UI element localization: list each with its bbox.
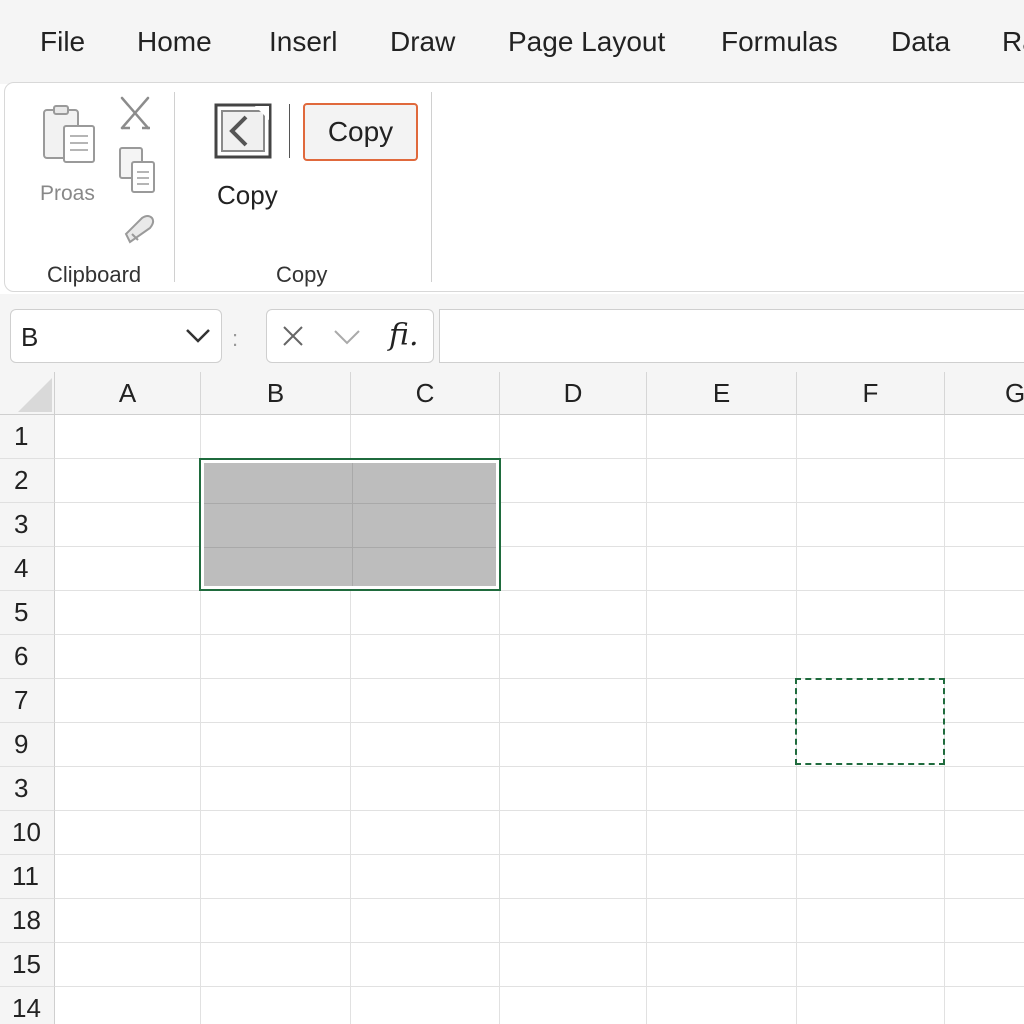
- row-header[interactable]: 18: [0, 899, 55, 943]
- tab-formulas[interactable]: Formulas: [721, 26, 838, 58]
- row-header[interactable]: 5: [0, 591, 55, 635]
- column-header-e[interactable]: E: [647, 372, 797, 415]
- copy-large-label: Copy: [217, 180, 278, 210]
- selection-fill: [204, 463, 496, 586]
- tab-draw[interactable]: Draw: [390, 26, 455, 58]
- grid-line: [55, 766, 1024, 767]
- grid-line: [646, 415, 647, 1024]
- ribbon-divider: [174, 92, 175, 282]
- name-box-value: B: [21, 322, 39, 352]
- ribbon-divider-2: [431, 92, 432, 282]
- tab-insert[interactable]: Inserl: [269, 26, 337, 58]
- column-header-g[interactable]: G: [945, 372, 1024, 415]
- menu-bar: File Home Inserl Draw Page Layout Formul…: [0, 0, 1024, 84]
- row-header[interactable]: 1: [0, 415, 55, 459]
- tab-review[interactable]: Ra: [1002, 26, 1024, 58]
- column-header-c[interactable]: C: [351, 372, 500, 415]
- formula-controls: fi.: [266, 309, 434, 363]
- copy-divider: [289, 104, 290, 158]
- copy-picture-icon[interactable]: [214, 103, 274, 164]
- row-header[interactable]: 6: [0, 635, 55, 679]
- grid-line: [55, 634, 1024, 635]
- paste-icon[interactable]: [42, 104, 98, 171]
- column-header-a[interactable]: A: [55, 372, 201, 415]
- grid-line: [55, 898, 1024, 899]
- selected-range[interactable]: [199, 458, 501, 591]
- row-header[interactable]: 11: [0, 855, 55, 899]
- cut-icon[interactable]: [118, 96, 154, 137]
- select-all-corner[interactable]: [0, 372, 55, 415]
- formula-bar-separator: :: [232, 326, 239, 351]
- copy-marquee[interactable]: [795, 678, 945, 765]
- grid-line: [55, 810, 1024, 811]
- insert-function-label[interactable]: fi.: [389, 318, 419, 353]
- column-header-b[interactable]: B: [201, 372, 351, 415]
- row-header[interactable]: 15: [0, 943, 55, 987]
- grid-line: [55, 986, 1024, 987]
- format-painter-icon[interactable]: [122, 212, 156, 251]
- row-header[interactable]: 7: [0, 679, 55, 723]
- clipboard-group-label: Clipboard: [47, 262, 142, 287]
- formula-input[interactable]: [439, 309, 1024, 363]
- row-header[interactable]: 3: [0, 503, 55, 547]
- chevron-down-icon[interactable]: [185, 326, 211, 349]
- tab-data[interactable]: Data: [891, 26, 950, 58]
- column-header-f[interactable]: F: [797, 372, 945, 415]
- row-header[interactable]: 3: [0, 767, 55, 811]
- paste-label: Proas: [40, 182, 95, 205]
- enter-icon[interactable]: [333, 328, 361, 351]
- row-header[interactable]: 9: [0, 723, 55, 767]
- row-header[interactable]: 4: [0, 547, 55, 591]
- grid-line: [55, 942, 1024, 943]
- column-header-d[interactable]: D: [500, 372, 647, 415]
- tab-file[interactable]: File: [40, 26, 85, 58]
- row-header[interactable]: 14: [0, 987, 55, 1024]
- name-box[interactable]: B: [10, 309, 222, 363]
- tab-page-layout[interactable]: Page Layout: [508, 26, 665, 58]
- row-header[interactable]: 2: [0, 459, 55, 503]
- cancel-icon[interactable]: [281, 324, 305, 353]
- copy-group-label: Copy: [276, 262, 328, 287]
- tab-home[interactable]: Home: [137, 26, 212, 58]
- selection-grid-line: [352, 463, 353, 586]
- spreadsheet-grid[interactable]: A B C D E F G 1 2 3 4 5 6 7 9 3 10 11 18…: [0, 372, 1024, 1024]
- row-header[interactable]: 10: [0, 811, 55, 855]
- grid-line: [55, 854, 1024, 855]
- copy-icon[interactable]: [118, 146, 158, 201]
- selection-grid-line: [204, 547, 496, 548]
- selection-grid-line: [204, 503, 496, 504]
- copy-button[interactable]: Copy: [303, 103, 418, 161]
